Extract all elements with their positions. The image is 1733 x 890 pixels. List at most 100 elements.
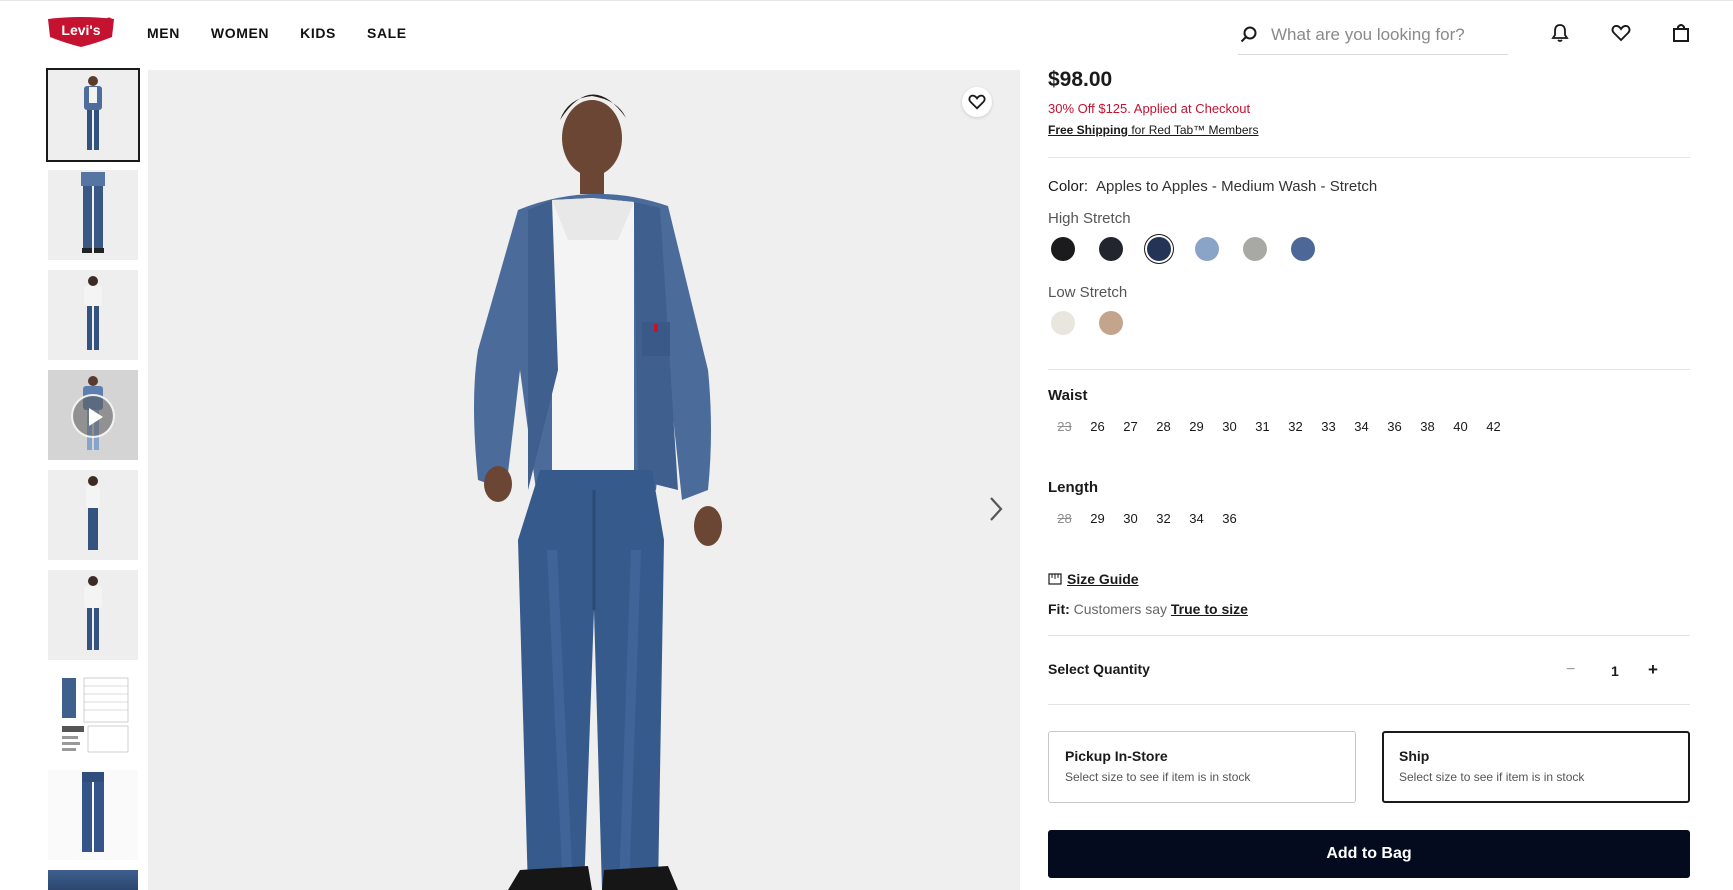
product-model-illustration: [148, 70, 1020, 890]
search-bar: [1238, 15, 1508, 55]
thumbnail-front-tee[interactable]: [48, 570, 138, 660]
waist-size-option[interactable]: 33: [1312, 419, 1345, 434]
thumbnail-figure: [86, 476, 100, 550]
thumbnail-pants-front[interactable]: [48, 170, 138, 260]
fit-info: Fit: Customers say True to size: [1048, 601, 1248, 617]
waist-label: Waist: [1048, 387, 1088, 404]
divider: [1048, 635, 1690, 636]
length-size-option[interactable]: 28: [1048, 511, 1081, 526]
color-value: Apples to Apples - Medium Wash - Stretch: [1096, 178, 1378, 195]
favorite-button[interactable]: [962, 87, 992, 117]
product-main-image[interactable]: [148, 70, 1020, 890]
site-header: Levi's MEN WOMEN KIDS SALE: [0, 0, 1733, 64]
waist-size-option[interactable]: 42: [1477, 419, 1510, 434]
nav-sale[interactable]: SALE: [367, 25, 407, 41]
fit-says: Customers say: [1069, 601, 1171, 617]
color-swatch-selected[interactable]: [1147, 237, 1171, 261]
pickup-title: Pickup In-Store: [1065, 748, 1168, 764]
length-size-options: 28 29 30 32 34 36: [1048, 511, 1246, 526]
quantity-increment-button[interactable]: +: [1648, 660, 1658, 680]
levis-logo[interactable]: Levi's: [47, 17, 115, 48]
logo-text: Levi's: [61, 22, 100, 38]
thumbnail-back[interactable]: [48, 270, 138, 360]
length-size-option[interactable]: 34: [1180, 511, 1213, 526]
length-size-option[interactable]: 29: [1081, 511, 1114, 526]
waist-size-option[interactable]: 36: [1378, 419, 1411, 434]
quantity-decrement-button[interactable]: −: [1566, 661, 1575, 679]
bell-icon[interactable]: [1550, 23, 1570, 43]
color-label: Color:: [1048, 178, 1089, 195]
shipping-info: Free Shipping for Red Tab™ Members: [1048, 123, 1259, 137]
nav-men[interactable]: MEN: [147, 25, 180, 41]
search-icon[interactable]: [1239, 25, 1259, 45]
thumbnail-video[interactable]: [48, 370, 138, 460]
thumbnail-detail[interactable]: [48, 870, 138, 890]
heart-icon: [968, 94, 986, 110]
color-swatch[interactable]: [1051, 237, 1075, 261]
thumbnail-front[interactable]: [46, 68, 140, 162]
add-to-bag-button[interactable]: Add to Bag: [1048, 830, 1690, 878]
ship-title: Ship: [1399, 748, 1430, 764]
thumbnail-figure: [84, 276, 102, 350]
free-shipping-link[interactable]: Free Shipping: [1048, 123, 1128, 137]
thumbnail-strip: [46, 68, 140, 890]
pickup-in-store-option[interactable]: Pickup In-Store Select size to see if it…: [1048, 731, 1356, 803]
thumbnail-size-chart[interactable]: [48, 670, 138, 760]
thumbnail-side[interactable]: [48, 470, 138, 560]
shopping-bag-icon[interactable]: [1671, 23, 1691, 43]
search-input[interactable]: [1271, 24, 1491, 45]
low-stretch-label: Low Stretch: [1048, 284, 1128, 301]
color-swatch[interactable]: [1243, 237, 1267, 261]
waist-size-option[interactable]: 29: [1180, 419, 1213, 434]
chevron-right-icon[interactable]: [986, 494, 1006, 524]
fit-value-link[interactable]: True to size: [1171, 601, 1248, 617]
thumbnail-flat-jeans[interactable]: [48, 770, 138, 860]
color-swatch[interactable]: [1099, 311, 1123, 335]
divider: [1048, 704, 1690, 705]
waist-size-option[interactable]: 38: [1411, 419, 1444, 434]
thumbnail-figure: [84, 76, 102, 150]
waist-size-option[interactable]: 31: [1246, 419, 1279, 434]
waist-size-option[interactable]: 30: [1213, 419, 1246, 434]
product-price: $98.00: [1048, 68, 1113, 91]
nav-kids[interactable]: KIDS: [300, 25, 336, 41]
ship-subtitle: Select size to see if item is in stock: [1399, 770, 1585, 784]
size-chart-thumbnail-graphic: [62, 677, 129, 753]
length-size-option[interactable]: 36: [1213, 511, 1246, 526]
waist-size-option[interactable]: 34: [1345, 419, 1378, 434]
waist-size-option[interactable]: 27: [1114, 419, 1147, 434]
waist-size-option[interactable]: 40: [1444, 419, 1477, 434]
color-swatch[interactable]: [1099, 237, 1123, 261]
length-size-option[interactable]: 32: [1147, 511, 1180, 526]
quantity-label: Select Quantity: [1048, 661, 1150, 677]
color-swatch[interactable]: [1195, 237, 1219, 261]
color-swatch[interactable]: [1291, 237, 1315, 261]
size-guide-link[interactable]: Size Guide: [1048, 571, 1139, 587]
thumbnail-figure: [82, 772, 104, 852]
high-stretch-swatches: [1051, 237, 1339, 261]
divider: [1048, 157, 1690, 158]
color-line: Color: Apples to Apples - Medium Wash - S…: [1048, 178, 1377, 195]
thumbnail-figure: [84, 576, 102, 650]
ship-option[interactable]: Ship Select size to see if item is in st…: [1382, 731, 1690, 803]
thumbnail-figure: [81, 172, 105, 253]
nav-women[interactable]: WOMEN: [211, 25, 269, 41]
waist-size-option[interactable]: 26: [1081, 419, 1114, 434]
promo-text: 30% Off $125. Applied at Checkout: [1048, 101, 1251, 116]
divider: [1048, 369, 1690, 370]
fit-label: Fit:: [1048, 601, 1070, 617]
length-size-option[interactable]: 30: [1114, 511, 1147, 526]
waist-size-option[interactable]: 28: [1147, 419, 1180, 434]
low-stretch-swatches: [1051, 311, 1147, 335]
high-stretch-label: High Stretch: [1048, 210, 1131, 227]
quantity-value: 1: [1611, 663, 1619, 679]
shipping-suffix[interactable]: for Red Tab™ Members: [1128, 123, 1258, 137]
size-guide-text: Size Guide: [1067, 571, 1139, 587]
waist-size-option[interactable]: 32: [1279, 419, 1312, 434]
color-swatch[interactable]: [1051, 311, 1075, 335]
waist-size-option[interactable]: 23: [1048, 419, 1081, 434]
length-label: Length: [1048, 479, 1098, 496]
play-video-icon[interactable]: [71, 394, 115, 438]
waist-size-options: 23 26 27 28 29 30 31 32 33 34 36 38 40 42: [1048, 419, 1510, 434]
wishlist-heart-icon[interactable]: [1611, 23, 1631, 43]
